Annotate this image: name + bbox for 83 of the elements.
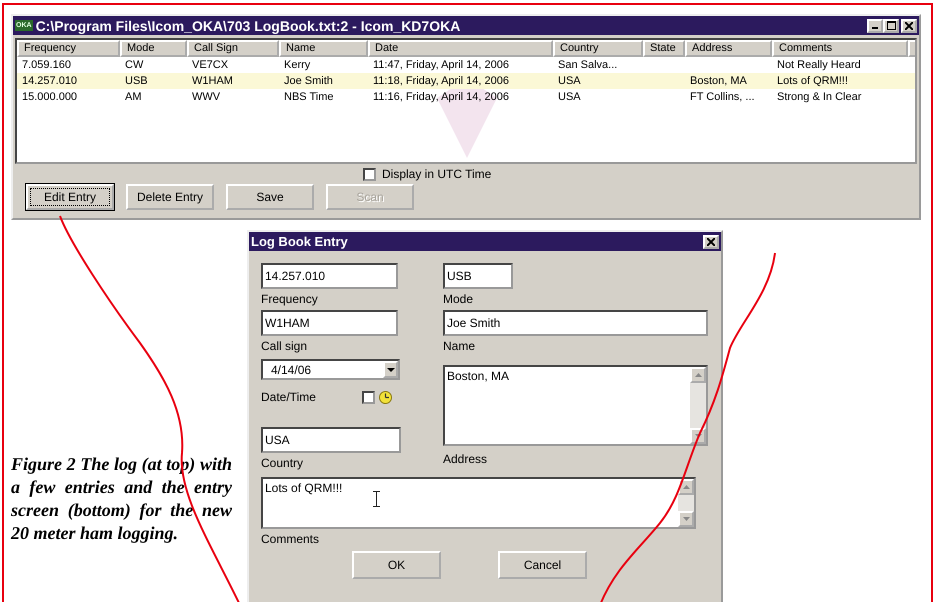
field-label: Mode bbox=[443, 291, 474, 308]
scroll-down-button[interactable] bbox=[678, 511, 694, 527]
field-label: Address bbox=[443, 451, 488, 468]
down-arrow-icon bbox=[694, 434, 702, 438]
table-row[interactable]: 15.000.000 AM WWV NBS Time 11:16, Friday, April 14, 2006 USA FT Collins, ... Strong & In Clear bbox=[17, 89, 915, 105]
column-header[interactable]: State bbox=[643, 40, 685, 57]
table-cell-text: Kerry bbox=[283, 58, 312, 73]
table-cell-text: USB bbox=[124, 74, 149, 89]
column-header[interactable]: Frequency bbox=[17, 40, 120, 57]
date-dropdown[interactable]: 4/14/06 bbox=[261, 359, 400, 380]
input-field[interactable]: Joe Smith bbox=[443, 310, 708, 336]
up-arrow-icon bbox=[694, 373, 702, 377]
input-field[interactable]: W1HAM bbox=[261, 310, 398, 336]
table-cell-text: VE7CX bbox=[191, 58, 230, 73]
column-header[interactable]: Mode bbox=[120, 40, 187, 57]
maximize-icon bbox=[886, 21, 896, 30]
field-label: Call sign bbox=[261, 338, 308, 355]
window-title: C:\Program Files\Icom_OKA\703 LogBook.txt:2 - Icom_KD7OKA bbox=[36, 18, 462, 34]
close-button[interactable] bbox=[703, 234, 719, 248]
text-area[interactable]: Boston, MA bbox=[443, 365, 708, 446]
maximize-button[interactable] bbox=[883, 18, 899, 32]
table-cell-text: USA bbox=[557, 74, 582, 89]
table-cell-text: CW bbox=[124, 58, 144, 73]
table-cell-text: 15.000.000 bbox=[21, 90, 78, 105]
table-cell-text: Joe Smith bbox=[283, 74, 334, 89]
field-label: Comments bbox=[261, 531, 320, 548]
table-cell-text: NBS Time bbox=[283, 90, 335, 105]
dropdown-button[interactable] bbox=[383, 361, 398, 378]
checkbox-label: Display in UTC Time bbox=[382, 167, 492, 181]
table-cell-text: Lots of QRM!!! bbox=[776, 74, 849, 89]
close-icon bbox=[707, 238, 715, 246]
text-area[interactable]: Lots of QRM!!! bbox=[261, 477, 696, 529]
table-cell-text: Boston, MA bbox=[689, 74, 748, 89]
close-icon bbox=[905, 22, 913, 30]
clock-icon bbox=[379, 390, 392, 404]
dialog-button[interactable]: OK bbox=[352, 551, 441, 579]
utc-checkbox[interactable] bbox=[363, 168, 376, 180]
column-header[interactable]: Comments bbox=[772, 40, 908, 57]
table-cell-text: USA bbox=[557, 90, 582, 105]
table-cell-text: Strong & In Clear bbox=[776, 90, 862, 105]
text-value: Boston, MA bbox=[446, 368, 510, 385]
field-label: Date/Time bbox=[261, 388, 317, 406]
dialog-button[interactable]: Cancel bbox=[498, 551, 587, 579]
dialog-title: Log Book Entry bbox=[251, 234, 349, 249]
action-button[interactable]: Delete Entry bbox=[126, 184, 214, 210]
table-cell-text: FT Collins, ... bbox=[689, 90, 756, 105]
table-row[interactable]: 7.059.160 CW VE7CX Kerry 11:47, Friday, April 14, 2006 San Salva... Not Really Heard bbox=[17, 57, 915, 73]
table-cell-text: 11:16, Friday, April 14, 2006 bbox=[372, 90, 510, 105]
table-cell-text: W1HAM bbox=[191, 74, 234, 89]
input-field[interactable]: 14.257.010 bbox=[261, 263, 398, 289]
column-header[interactable]: Name bbox=[279, 40, 368, 57]
table-cell-text: WWV bbox=[191, 90, 222, 105]
action-button[interactable]: Edit Entry bbox=[26, 184, 114, 210]
scroll-up-button[interactable] bbox=[690, 367, 706, 383]
field-label: Frequency bbox=[261, 291, 318, 308]
input-field[interactable]: USB bbox=[443, 263, 513, 289]
column-header[interactable]: Call Sign bbox=[187, 40, 279, 57]
scroll-bar[interactable] bbox=[678, 479, 694, 527]
time-checkbox[interactable] bbox=[362, 390, 375, 404]
table-cell-text: 11:47, Friday, April 14, 2006 bbox=[372, 58, 510, 73]
table-cell-text: Not Really Heard bbox=[776, 58, 862, 73]
table-cell-text: San Salva... bbox=[557, 58, 618, 73]
column-header[interactable]: Country bbox=[553, 40, 643, 57]
down-arrow-icon bbox=[682, 517, 690, 521]
text-cursor-icon bbox=[373, 491, 380, 507]
table-cell-text: 11:18, Friday, April 14, 2006 bbox=[372, 74, 510, 89]
table-cell-text: AM bbox=[124, 90, 142, 105]
table-cell-text: 7.059.160 bbox=[21, 58, 72, 73]
action-button[interactable]: Save bbox=[226, 184, 314, 210]
close-button[interactable] bbox=[901, 18, 917, 32]
text-value: Lots of QRM!!! bbox=[264, 480, 344, 497]
field-label: Country bbox=[261, 455, 304, 472]
minimize-button[interactable] bbox=[867, 18, 883, 32]
scroll-bar[interactable] bbox=[690, 367, 706, 444]
table-cell-text: 14.257.010 bbox=[21, 74, 78, 89]
input-field[interactable]: USA bbox=[261, 427, 401, 453]
column-header[interactable]: Date bbox=[368, 40, 553, 57]
minimize-icon bbox=[872, 26, 878, 28]
caret-icon bbox=[386, 368, 394, 372]
up-arrow-icon bbox=[682, 485, 690, 489]
field-label: Name bbox=[443, 338, 476, 355]
column-header[interactable]: Address bbox=[685, 40, 772, 57]
table-row[interactable]: 14.257.010 USB W1HAM Joe Smith 11:18, Friday, April 14, 2006 USA Boston, MA Lots of QRM!!! bbox=[17, 73, 915, 89]
